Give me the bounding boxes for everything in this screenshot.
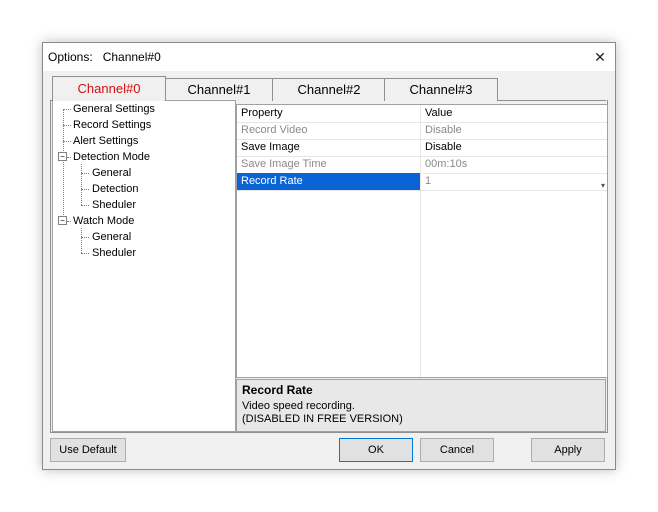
property-name: Save Image [241, 141, 300, 153]
tab-label: Channel#1 [187, 82, 251, 97]
property-value: 00m:10s [425, 158, 468, 170]
tree-item-detection-sheduler[interactable]: Sheduler [92, 197, 136, 213]
description-text: (DISABLED IN FREE VERSION) [242, 413, 403, 425]
tree-line [63, 109, 71, 110]
property-grid[interactable]: Property Value Record Video Disable Save… [236, 104, 608, 378]
property-value: Disable [425, 124, 462, 136]
tab-label: Channel#3 [409, 82, 473, 97]
tree-item-alert-settings[interactable]: Alert Settings [73, 133, 138, 149]
tab-channel-1[interactable]: Channel#1 [164, 78, 274, 101]
tree-line [81, 173, 89, 174]
tree-item-general-settings[interactable]: General Settings [73, 101, 155, 117]
chevron-down-icon[interactable]: ▾ [601, 177, 605, 194]
header-value: Value [425, 107, 453, 119]
settings-tree[interactable]: − − General Settings Record Settings Ale… [52, 100, 236, 432]
tree-line [81, 237, 89, 238]
property-name: Record Rate [237, 173, 420, 190]
tree-item-record-settings[interactable]: Record Settings [73, 117, 151, 133]
tree-line [63, 125, 71, 126]
collapse-icon[interactable]: − [58, 216, 67, 225]
tree-line [81, 253, 89, 254]
description-title: Record Rate [242, 383, 313, 397]
tree-line [67, 221, 71, 222]
tree-line [81, 205, 89, 206]
property-value[interactable]: Disable [421, 139, 607, 156]
collapse-icon[interactable]: − [58, 152, 67, 161]
table-row[interactable]: Save Image Disable [237, 139, 607, 157]
ok-button[interactable]: OK [339, 438, 413, 462]
tree-item-detection-general[interactable]: General [92, 165, 131, 181]
table-row[interactable]: Save Image Time 00m:10s [237, 156, 607, 174]
value-text: 1 [425, 175, 432, 187]
table-row[interactable]: Record Video Disable [237, 122, 607, 140]
tree-item-watch-general[interactable]: General [92, 229, 131, 245]
tab-channel-3[interactable]: Channel#3 [384, 78, 498, 101]
tree-item-watch-sheduler[interactable]: Sheduler [92, 245, 136, 261]
tab-channel-2[interactable]: Channel#2 [272, 78, 386, 101]
tab-label: Channel#0 [77, 81, 141, 96]
grid-header-row: Property Value [237, 105, 607, 123]
table-row-selected[interactable]: Record Rate 1 ▾ [237, 173, 607, 191]
tree-item-watch-mode[interactable]: Watch Mode [73, 213, 134, 229]
header-property: Property [241, 107, 283, 119]
cancel-button[interactable]: Cancel [420, 438, 494, 462]
use-default-button[interactable]: Use Default [50, 438, 126, 462]
property-name: Save Image Time [241, 158, 327, 170]
property-name: Record Video [241, 124, 308, 136]
description-panel: Record Rate Video speed recording. (DISA… [236, 379, 606, 432]
tree-line [81, 164, 82, 205]
description-text: Video speed recording. [242, 400, 355, 412]
property-value[interactable]: 1 ▾ [421, 173, 607, 190]
tree-line [67, 157, 71, 158]
apply-button[interactable]: Apply [531, 438, 605, 462]
tree-line [81, 228, 82, 253]
tab-label: Channel#2 [297, 82, 361, 97]
tree-line [81, 189, 89, 190]
tree-item-detection-mode[interactable]: Detection Mode [73, 149, 150, 165]
tab-channel-0[interactable]: Channel#0 [52, 76, 166, 101]
tree-line [63, 141, 71, 142]
tree-item-detection[interactable]: Detection [92, 181, 138, 197]
dialog-content: Channel#0 Channel#1 Channel#2 Channel#3 … [42, 42, 616, 470]
